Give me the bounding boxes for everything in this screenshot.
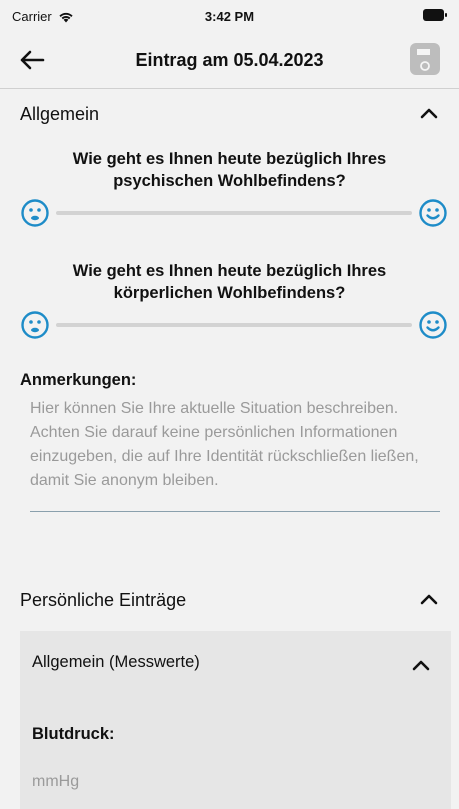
battery-icon [423,9,447,21]
sub-panel-measurements: Allgemein (Messwerte) Blutdruck: mmHg [20,631,451,809]
save-button[interactable] [410,43,440,75]
question-physical: Wie geht es Ihnen heute bezüglich Ihres … [72,262,387,302]
section-personal-label: Persönliche Einträge [20,590,187,610]
section-general-label: Allgemein [20,104,100,124]
page-title: Eintrag am 05.04.2023 [135,50,324,70]
slider-physical[interactable] [20,310,448,340]
chevron-up-icon[interactable] [411,658,431,672]
section-general-header[interactable]: Allgemein [0,94,459,134]
question-psychic: Wie geht es Ihnen heute bezüglich Ihres … [72,150,387,190]
nav-bar: Eintrag am 05.04.2023 [0,34,459,89]
blood-pressure-label: Blutdruck: [32,725,115,743]
chevron-up-icon[interactable] [419,592,439,606]
slider-track[interactable] [56,211,412,215]
notes-textarea[interactable]: Hier können Sie Ihre aktuelle Situation … [30,397,440,512]
floppy-disk-icon [417,49,430,71]
status-time: 3:42 PM [204,9,255,24]
blood-pressure-input[interactable]: mmHg [32,773,332,791]
section-personal-header[interactable]: Persönliche Einträge [0,580,459,620]
happy-face-icon [419,311,447,339]
chevron-up-icon[interactable] [419,106,439,120]
slider-psychic[interactable] [20,198,448,228]
sub-section-label[interactable]: Allgemein (Messwerte) [32,653,200,672]
status-bar: Carrier 3:42 PM [0,0,459,34]
happy-face-icon [419,199,447,227]
slider-track[interactable] [56,323,412,327]
notes-label: Anmerkungen: [20,371,137,389]
sad-face-icon [21,311,49,339]
sad-face-icon [21,199,49,227]
